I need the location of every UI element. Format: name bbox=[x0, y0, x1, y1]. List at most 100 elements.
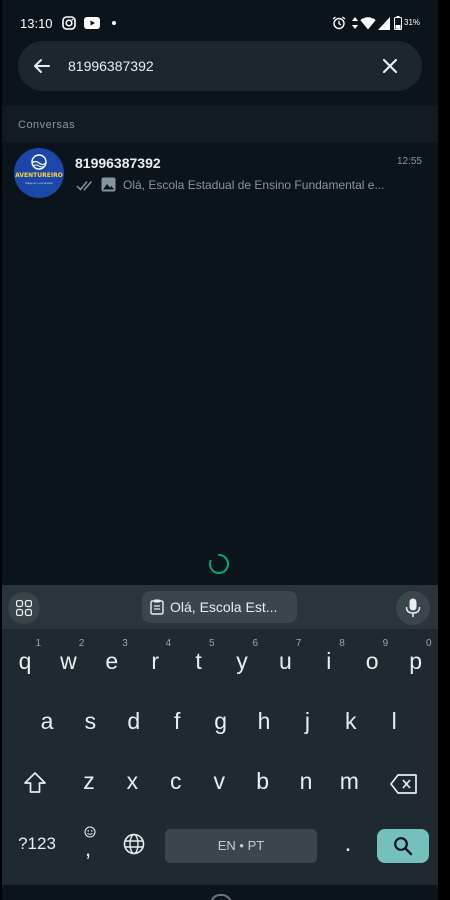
key-label: t bbox=[195, 648, 202, 674]
alarm-icon bbox=[332, 16, 346, 30]
shift-arrow-icon bbox=[24, 772, 46, 793]
chat-name: 81996387392 bbox=[75, 155, 161, 171]
symbols-key[interactable]: ?123 bbox=[10, 824, 64, 864]
period-key-label: . bbox=[344, 830, 352, 857]
chat-time: 12:55 bbox=[396, 156, 422, 167]
key-j[interactable]: j bbox=[287, 700, 327, 746]
loading-spinner-icon bbox=[209, 554, 230, 574]
key-v[interactable]: v bbox=[199, 760, 239, 806]
search-icon bbox=[394, 837, 413, 856]
battery-icon bbox=[394, 16, 402, 30]
microphone-icon bbox=[405, 598, 421, 617]
clipboard-icon bbox=[150, 599, 164, 615]
close-icon[interactable] bbox=[378, 54, 402, 78]
clipboard-suggestion-chip[interactable]: Olá, Escola Est... bbox=[142, 591, 297, 623]
key-m[interactable]: m bbox=[329, 760, 369, 806]
key-d[interactable]: d bbox=[114, 700, 154, 746]
key-label: o bbox=[365, 648, 379, 674]
key-w[interactable]: w2 bbox=[48, 638, 88, 686]
space-key[interactable]: EN • PT bbox=[165, 829, 317, 863]
key-x[interactable]: x bbox=[112, 760, 152, 806]
data-arrows-icon bbox=[352, 17, 358, 29]
key-c[interactable]: c bbox=[156, 760, 196, 806]
key-label: h bbox=[257, 708, 271, 734]
key-hint: 3 bbox=[122, 638, 128, 649]
key-o[interactable]: o9 bbox=[352, 638, 392, 686]
key-label: f bbox=[173, 708, 181, 734]
key-k[interactable]: k bbox=[331, 700, 371, 746]
clipboard-suggestion-label: Olá, Escola Est... bbox=[170, 599, 278, 615]
status-time: 13:10 bbox=[20, 16, 53, 31]
status-bar: 13:10 31% bbox=[2, 0, 438, 46]
search-bar bbox=[18, 41, 422, 91]
key-g[interactable]: g bbox=[201, 700, 241, 746]
key-z[interactable]: z bbox=[69, 760, 109, 806]
key-label: g bbox=[214, 708, 227, 734]
key-label: u bbox=[278, 648, 292, 674]
key-label: m bbox=[339, 768, 359, 794]
battery-percent: 31% bbox=[404, 18, 421, 27]
instagram-icon bbox=[62, 16, 76, 30]
key-hint: 8 bbox=[339, 638, 345, 649]
search-input[interactable] bbox=[68, 54, 368, 78]
key-hint: 5 bbox=[209, 638, 215, 649]
key-hint: 7 bbox=[295, 638, 302, 649]
avatar-logo-subtext: Viagens e excursões bbox=[25, 181, 53, 185]
key-label: p bbox=[409, 648, 422, 674]
globe-icon bbox=[123, 833, 145, 855]
key-f[interactable]: f bbox=[157, 700, 197, 746]
key-i[interactable]: i8 bbox=[309, 638, 349, 686]
chat-result-row[interactable]: AVENTUREIRO Viagens e excursões 81996387… bbox=[2, 144, 438, 206]
key-a[interactable]: a bbox=[27, 700, 67, 746]
key-n[interactable]: n bbox=[286, 760, 326, 806]
comma-key-label: , bbox=[85, 836, 92, 861]
key-label: s bbox=[84, 708, 97, 734]
key-hint: 0 bbox=[426, 638, 432, 649]
key-e[interactable]: e3 bbox=[92, 638, 132, 686]
key-label: z bbox=[83, 768, 95, 794]
section-label: Conversas bbox=[18, 119, 76, 131]
home-handle-icon[interactable] bbox=[210, 894, 232, 900]
keyboard-apps-button[interactable] bbox=[8, 592, 40, 624]
key-label: k bbox=[345, 708, 357, 734]
key-label: r bbox=[151, 648, 160, 674]
key-label: j bbox=[304, 708, 310, 734]
double-check-icon bbox=[76, 181, 93, 191]
language-key[interactable] bbox=[114, 824, 154, 864]
key-label: d bbox=[127, 708, 141, 734]
key-h[interactable]: h bbox=[244, 700, 284, 746]
key-t[interactable]: t5 bbox=[179, 638, 219, 686]
search-action-key[interactable] bbox=[377, 829, 429, 863]
chat-preview: Olá, Escola Estadual de Ensino Fundament… bbox=[123, 178, 385, 192]
key-label: l bbox=[391, 708, 397, 734]
key-u[interactable]: u7 bbox=[265, 638, 305, 686]
logo-waves-icon bbox=[31, 154, 47, 170]
key-l[interactable]: l bbox=[374, 700, 414, 746]
notification-dot-icon bbox=[112, 21, 116, 25]
key-label: y bbox=[236, 648, 248, 674]
comma-emoji-key[interactable]: , bbox=[72, 824, 108, 864]
key-label: n bbox=[299, 768, 313, 794]
key-b[interactable]: b bbox=[243, 760, 283, 806]
period-key[interactable]: . bbox=[330, 824, 366, 864]
backspace-key[interactable] bbox=[382, 760, 426, 806]
shift-key[interactable] bbox=[14, 760, 56, 806]
space-key-label: EN • PT bbox=[217, 838, 265, 853]
key-p[interactable]: p0 bbox=[396, 638, 436, 686]
key-hint: 9 bbox=[382, 638, 389, 649]
key-hint: 1 bbox=[35, 638, 41, 649]
section-header: Conversas bbox=[2, 106, 438, 142]
voice-input-button[interactable] bbox=[396, 591, 430, 625]
key-label: x bbox=[126, 768, 139, 794]
avatar[interactable]: AVENTUREIRO Viagens e excursões bbox=[14, 148, 64, 198]
key-label: v bbox=[213, 768, 225, 794]
navigation-bar bbox=[2, 885, 438, 900]
key-y[interactable]: y6 bbox=[222, 638, 262, 686]
arrow-left-icon[interactable] bbox=[30, 54, 54, 78]
key-s[interactable]: s bbox=[70, 700, 110, 746]
key-r[interactable]: r4 bbox=[135, 638, 175, 686]
key-q[interactable]: q1 bbox=[5, 638, 45, 686]
key-hint: 6 bbox=[252, 638, 258, 649]
key-hint: 2 bbox=[78, 638, 85, 649]
key-label: w bbox=[60, 648, 77, 674]
